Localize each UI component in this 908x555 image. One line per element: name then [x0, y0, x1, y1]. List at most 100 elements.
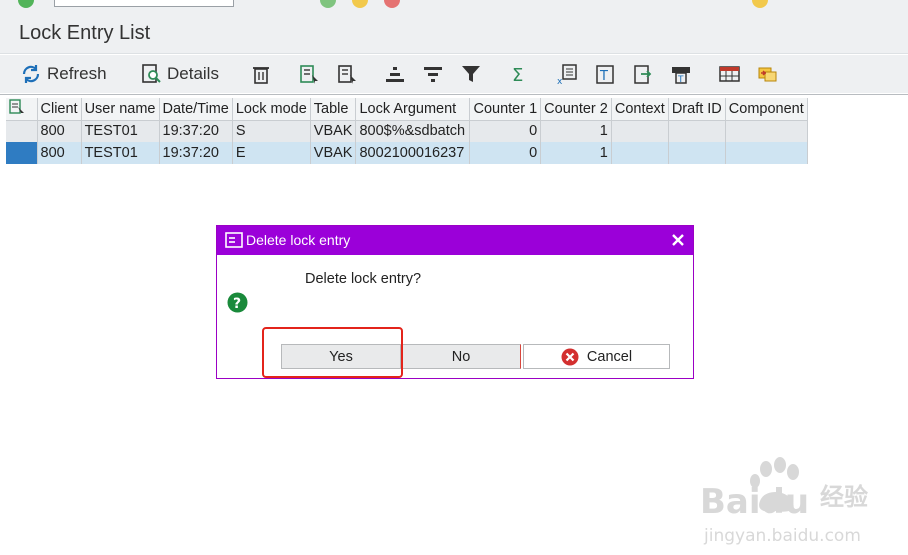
cell-argument: 8002100016237: [355, 142, 471, 164]
settings-icon: [758, 67, 777, 82]
export-icon: [634, 65, 652, 84]
row-selector[interactable]: [6, 120, 38, 142]
svg-text:Σ: Σ: [512, 65, 523, 85]
cell-table: VBAK: [310, 120, 357, 142]
sum-icon: Σ: [512, 65, 523, 86]
column-header[interactable]: Counter 1: [469, 98, 542, 121]
column-header[interactable]: Date/Time: [159, 98, 233, 121]
select-all-icon: [300, 65, 318, 84]
export-excel-icon: x: [557, 64, 577, 87]
refresh-label: Refresh: [47, 64, 107, 83]
cell-client: 800: [37, 120, 82, 142]
table-settings-icon[interactable]: [9, 99, 25, 115]
column-header[interactable]: Context: [611, 98, 669, 121]
filter-icon: [462, 66, 480, 82]
print-preview-button[interactable]: T: [594, 63, 616, 85]
help-icon[interactable]: [752, 0, 768, 8]
refresh-button[interactable]: Refresh: [20, 61, 107, 87]
column-header[interactable]: Table: [310, 98, 357, 121]
delete-icon: [253, 67, 269, 84]
cell-draft-id: [668, 142, 726, 164]
details-button[interactable]: Details: [140, 61, 219, 87]
filter-button[interactable]: [460, 63, 482, 85]
svg-text:?: ?: [233, 296, 241, 312]
deselect-all-icon: [338, 65, 356, 84]
svg-text:T: T: [677, 75, 684, 85]
cancel-icon: [561, 348, 579, 365]
cell-counter2: 1: [540, 120, 612, 142]
cancel-button[interactable]: Cancel: [523, 344, 670, 369]
details-label: Details: [167, 64, 219, 83]
command-field[interactable]: [54, 0, 234, 7]
deselect-all-button[interactable]: [336, 63, 358, 85]
svg-text:T: T: [599, 69, 608, 84]
column-header[interactable]: User name: [81, 98, 160, 121]
cell-draft-id: [668, 120, 726, 142]
baidu-jingyan-watermark: Baidu 经验 jingyan.baidu.com: [700, 457, 868, 546]
cell-mode: E: [232, 142, 311, 164]
print-button[interactable]: T: [670, 63, 692, 85]
cell-counter2: 1: [540, 142, 612, 164]
refresh-icon: [22, 65, 40, 83]
sort-ascending-icon: [386, 67, 404, 82]
column-header[interactable]: Counter 2: [540, 98, 612, 121]
export-button[interactable]: [632, 63, 654, 85]
details-icon: [142, 64, 161, 83]
dialog-title-bar[interactable]: Delete lock entry: [217, 226, 693, 255]
column-header[interactable]: Component: [725, 98, 808, 121]
cell-mode: S: [232, 120, 311, 142]
cell-time: 19:37:20: [159, 142, 233, 164]
sum-button[interactable]: Σ: [508, 63, 530, 86]
table-header-row: Client User name Date/Time Lock mode Tab…: [6, 98, 808, 121]
select-all-button[interactable]: [298, 63, 320, 85]
lock-entry-table: Client User name Date/Time Lock mode Tab…: [6, 98, 808, 164]
cell-component: [725, 142, 808, 164]
no-label: No: [451, 348, 471, 365]
cell-component: [725, 120, 808, 142]
watermark-brand-cn: 经验: [820, 483, 868, 511]
system-toolbar: [0, 0, 908, 10]
print-icon: T: [672, 67, 690, 85]
dialog-message: Delete lock entry?: [305, 271, 422, 287]
cell-context: [611, 142, 669, 164]
table-row[interactable]: 800 TEST01 19:37:20 E VBAK 8002100016237…: [6, 142, 808, 164]
sort-descending-icon: [424, 67, 442, 82]
exit-icon[interactable]: [352, 0, 368, 8]
dialog-window-icon: [225, 232, 243, 248]
select-all-cell[interactable]: [6, 98, 38, 121]
cell-counter1: 0: [469, 142, 542, 164]
column-header[interactable]: Lock mode: [232, 98, 311, 121]
dialog-title: Delete lock entry: [246, 232, 351, 248]
no-button[interactable]: No: [401, 344, 521, 369]
sort-descending-button[interactable]: [422, 63, 444, 85]
settings-button[interactable]: [756, 63, 778, 85]
enter-icon[interactable]: [18, 0, 34, 8]
cell-argument: 800$%&sdbatch: [355, 120, 471, 142]
cell-user: TEST01: [81, 142, 160, 164]
delete-button[interactable]: [250, 63, 272, 85]
cell-user: TEST01: [81, 120, 160, 142]
cell-context: [611, 120, 669, 142]
close-icon[interactable]: [669, 231, 687, 249]
column-header[interactable]: Client: [37, 98, 82, 121]
cancel-label: Cancel: [586, 348, 633, 365]
sort-ascending-button[interactable]: [384, 63, 406, 85]
column-header[interactable]: Lock Argument: [355, 98, 471, 121]
cell-counter1: 0: [469, 120, 542, 142]
cancel-icon[interactable]: [384, 0, 400, 8]
question-icon: ?: [227, 292, 248, 313]
layout-button[interactable]: [718, 63, 740, 85]
table-row[interactable]: 800 TEST01 19:37:20 S VBAK 800$%&sdbatch…: [6, 120, 808, 142]
back-icon[interactable]: [320, 0, 336, 8]
print-preview-icon: T: [596, 65, 614, 84]
cell-table: VBAK: [310, 142, 357, 164]
cell-time: 19:37:20: [159, 120, 233, 142]
column-header[interactable]: Draft ID: [668, 98, 726, 121]
svg-text:x: x: [557, 77, 563, 85]
cell-client: 800: [37, 142, 82, 164]
title-bar: Lock Entry List: [0, 10, 908, 54]
export-excel-button[interactable]: x: [556, 63, 578, 87]
watermark-url: jingyan.baidu.com: [703, 526, 861, 546]
row-selector[interactable]: [6, 142, 38, 164]
watermark-brand: Baidu: [700, 482, 809, 522]
